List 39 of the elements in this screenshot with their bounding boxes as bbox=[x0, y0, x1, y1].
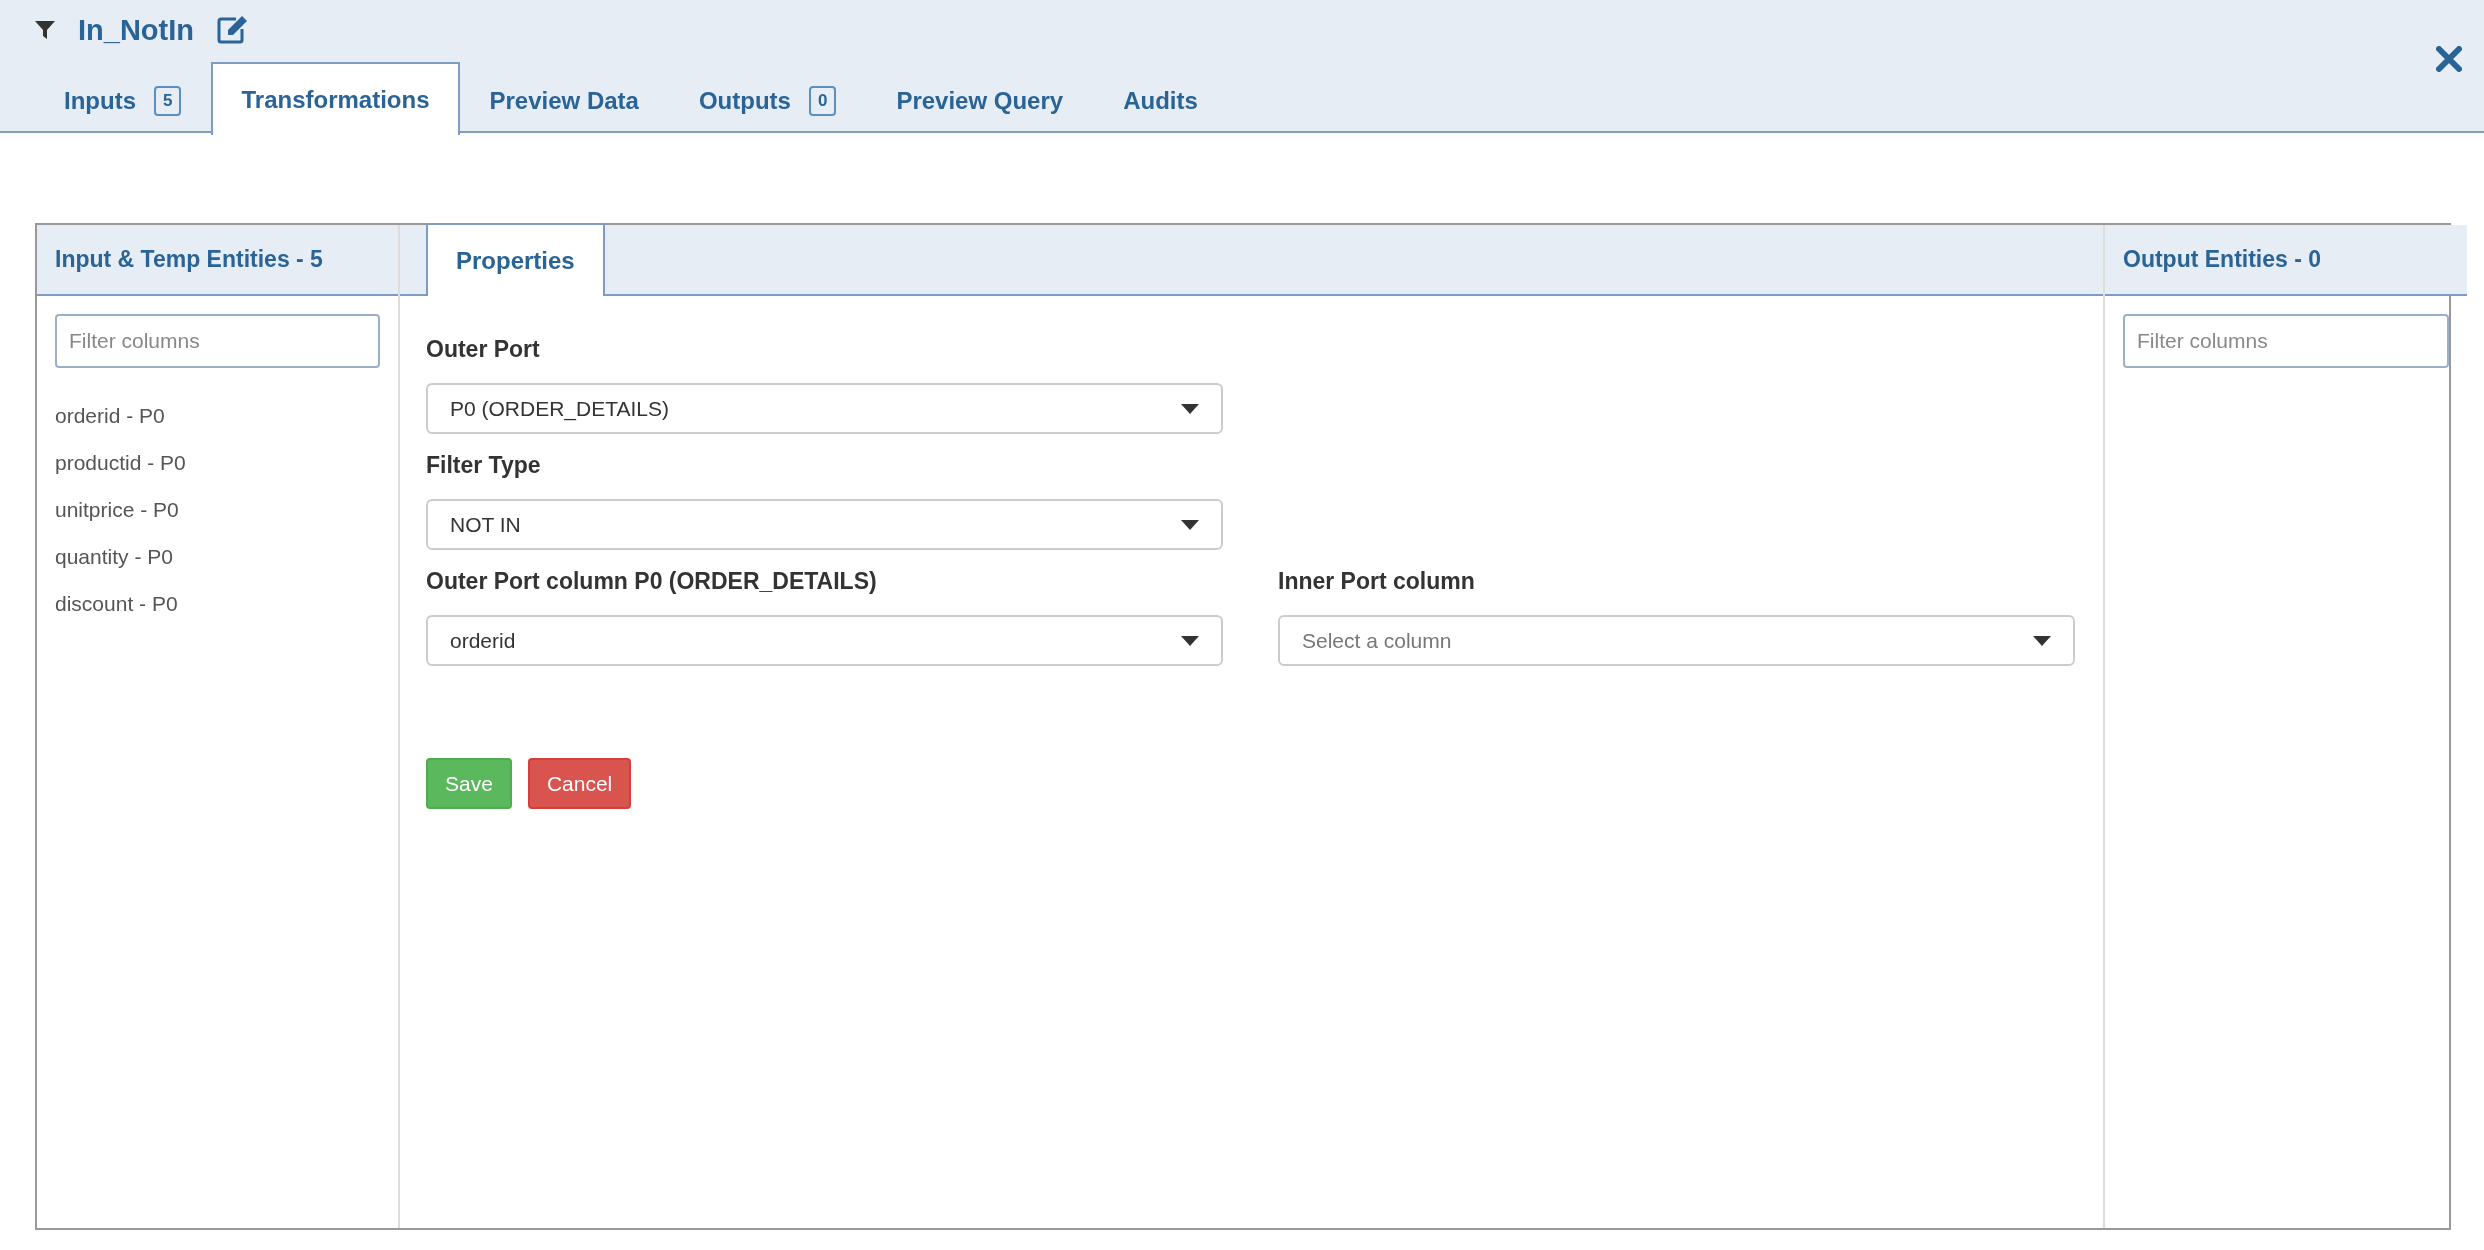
count-badge: 5 bbox=[154, 85, 182, 116]
caret-icon bbox=[2033, 635, 2051, 646]
select-value: NOT IN bbox=[450, 512, 521, 537]
select-value: P0 (ORDER_DETAILS) bbox=[450, 396, 669, 421]
field-label: Filter Type bbox=[426, 452, 542, 479]
select-placeholder: Select a column bbox=[1302, 628, 1452, 653]
close-icon[interactable] bbox=[2436, 46, 2462, 72]
filter-field[interactable]: Filter columns bbox=[55, 314, 380, 368]
column-item[interactable]: quantity - P0 bbox=[55, 533, 398, 580]
tab[interactable]: Transformations bbox=[211, 62, 460, 135]
tab[interactable]: Outputs 0 bbox=[668, 64, 867, 135]
tab[interactable]: Audits bbox=[1093, 64, 1228, 135]
tab[interactable]: Preview Query bbox=[866, 64, 1094, 135]
caret-icon bbox=[1181, 635, 1199, 646]
select-field[interactable]: orderid bbox=[426, 615, 1223, 666]
field-label: Inner Port column bbox=[1278, 568, 1476, 595]
panel-title: Output Entities - 0 bbox=[2105, 225, 2467, 296]
count-badge: 0 bbox=[808, 85, 837, 116]
cancel-button[interactable]: Cancel bbox=[527, 758, 632, 809]
field-label: Outer Port column P0 (ORDER_DETAILS) bbox=[426, 568, 878, 595]
caret-icon bbox=[1181, 403, 1199, 414]
column-item[interactable]: productid - P0 bbox=[55, 439, 398, 486]
select-field[interactable]: Select a column bbox=[1278, 615, 2075, 666]
tab[interactable]: Properties bbox=[426, 223, 605, 296]
page-title: In_NotIn bbox=[78, 13, 194, 47]
column-item[interactable]: discount - P0 bbox=[55, 580, 398, 627]
caret-icon bbox=[1181, 519, 1199, 530]
panel-title: Input & Temp Entities - 5 bbox=[37, 225, 398, 296]
funnel-icon bbox=[34, 19, 56, 41]
tab[interactable]: Inputs 5 bbox=[34, 64, 212, 135]
select-field[interactable]: P0 (ORDER_DETAILS) bbox=[426, 383, 1223, 434]
column-item[interactable]: orderid - P0 bbox=[55, 392, 398, 439]
tab[interactable]: Preview Data bbox=[459, 64, 669, 135]
column-item[interactable]: unitprice - P0 bbox=[55, 486, 398, 533]
edit-icon[interactable] bbox=[216, 15, 248, 45]
select-field[interactable]: NOT IN bbox=[426, 499, 1223, 550]
filter-field[interactable]: Filter columns bbox=[2123, 314, 2449, 368]
field-label: Outer Port bbox=[426, 336, 541, 363]
select-value: orderid bbox=[450, 628, 516, 653]
